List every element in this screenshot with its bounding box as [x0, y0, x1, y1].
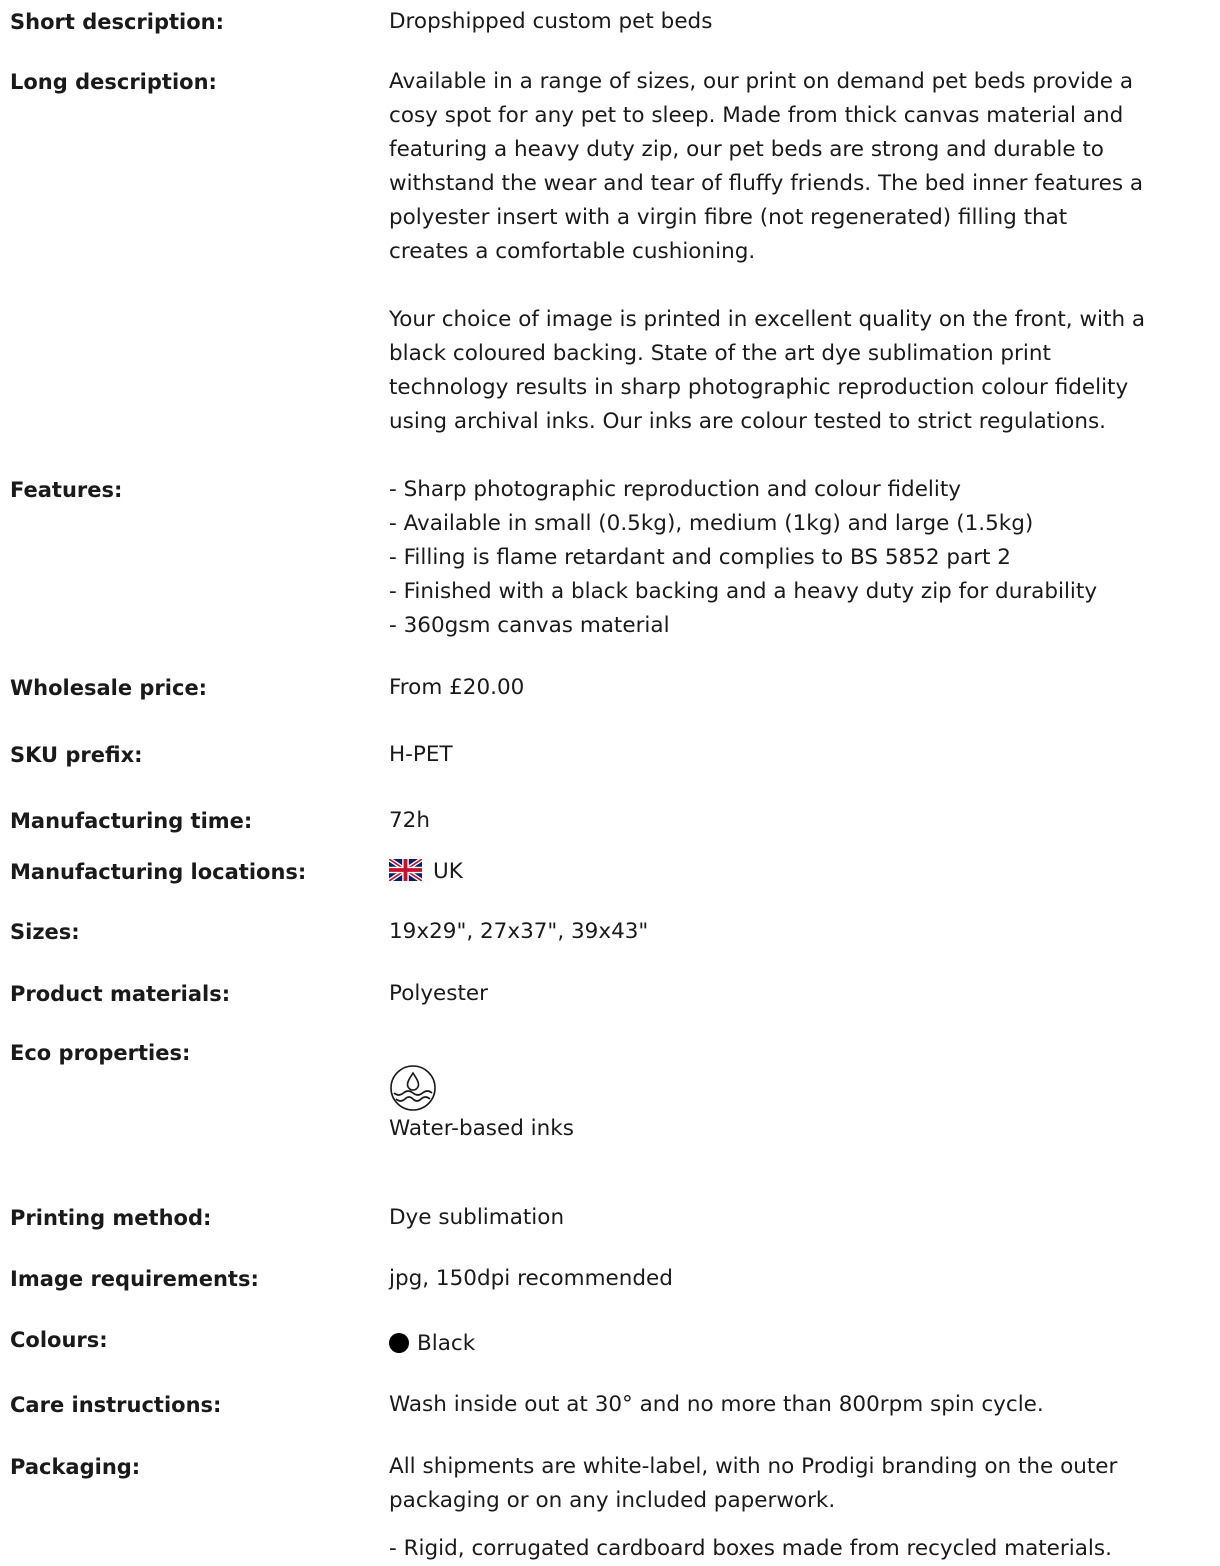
spec-label: Wholesale price:: [10, 676, 208, 700]
spec-value: jpg, 150dpi recommended: [389, 1266, 673, 1291]
paragraph-line: creates a comfortable cushioning.: [389, 239, 756, 264]
spec-value: Polyester: [389, 981, 488, 1006]
spec-label: Care instructions:: [10, 1393, 222, 1417]
features-list: - Sharp photographic reproduction and co…: [389, 473, 1215, 643]
spec-label: Manufacturing time:: [10, 809, 253, 833]
paragraph-line: using archival inks. Our inks are colour…: [389, 409, 1106, 434]
spec-label: Manufacturing locations:: [10, 860, 307, 884]
spec-value: Dropshipped custom pet beds: [389, 9, 713, 34]
feature-item: - Filling is flame retardant and complie…: [389, 545, 1011, 570]
paragraph-line: Available in a range of sizes, our print…: [389, 69, 1134, 94]
spec-label: Product materials:: [10, 982, 231, 1006]
uk-flag-icon: [389, 859, 422, 881]
location-text: UK: [433, 859, 463, 884]
spec-value: From £20.00: [389, 675, 525, 700]
feature-item: - Finished with a black backing and a he…: [389, 579, 1098, 604]
spec-label: Printing method:: [10, 1206, 212, 1230]
colour-option: Black: [389, 1327, 1215, 1361]
paragraph-line: polyester insert with a virgin fibre (no…: [389, 205, 1068, 230]
eco-property-label: Water-based inks: [389, 1116, 574, 1141]
spec-label: SKU prefix:: [10, 743, 143, 767]
spec-label: Features:: [10, 478, 123, 502]
spec-label: Image requirements:: [10, 1267, 259, 1291]
spec-value: 19x29", 27x37", 39x43": [389, 919, 649, 944]
colour-name: Black: [417, 1331, 476, 1356]
water-drop-waves-icon: [390, 1065, 436, 1111]
spec-value: H-PET: [389, 742, 453, 767]
feature-item: - Available in small (0.5kg), medium (1k…: [389, 511, 1034, 536]
spec-value: Wash inside out at 30° and no more than …: [389, 1392, 1044, 1417]
spec-label: Packaging:: [10, 1455, 141, 1479]
paragraph-line: Your choice of image is printed in excel…: [389, 307, 1146, 332]
spec-value-long-description: Available in a range of sizes, our print…: [389, 65, 1215, 439]
spec-label: Eco properties:: [10, 1041, 191, 1065]
paragraph-line: All shipments are white-label, with no P…: [389, 1454, 1118, 1479]
eco-property: Water-based inks: [389, 1058, 1215, 1146]
paragraph-line: packaging or on any included paperwork.: [389, 1488, 836, 1513]
spec-value-packaging: All shipments are white-label, with no P…: [389, 1450, 1215, 1566]
spec-label: Short description:: [10, 10, 225, 34]
spec-label: Sizes:: [10, 920, 80, 944]
paragraph-line: black coloured backing. State of the art…: [389, 341, 1051, 366]
feature-item: - Sharp photographic reproduction and co…: [389, 477, 962, 502]
paragraph-line: featuring a heavy duty zip, our pet beds…: [389, 137, 1104, 162]
spec-value-location: UK: [389, 855, 1215, 889]
feature-item: - 360gsm canvas material: [389, 613, 670, 638]
paragraph-line: technology results in sharp photographic…: [389, 375, 1129, 400]
spec-value: Dye sublimation: [389, 1205, 565, 1230]
spec-value: 72h: [389, 808, 430, 833]
spec-label: Colours:: [10, 1328, 108, 1352]
colour-swatch: [389, 1333, 409, 1353]
paragraph-line: cosy spot for any pet to sleep. Made fro…: [389, 103, 1124, 128]
paragraph-line: - Rigid, corrugated cardboard boxes made…: [389, 1536, 1112, 1561]
paragraph-line: withstand the wear and tear of fluffy fr…: [389, 171, 1144, 196]
spec-label: Long description:: [10, 70, 217, 94]
